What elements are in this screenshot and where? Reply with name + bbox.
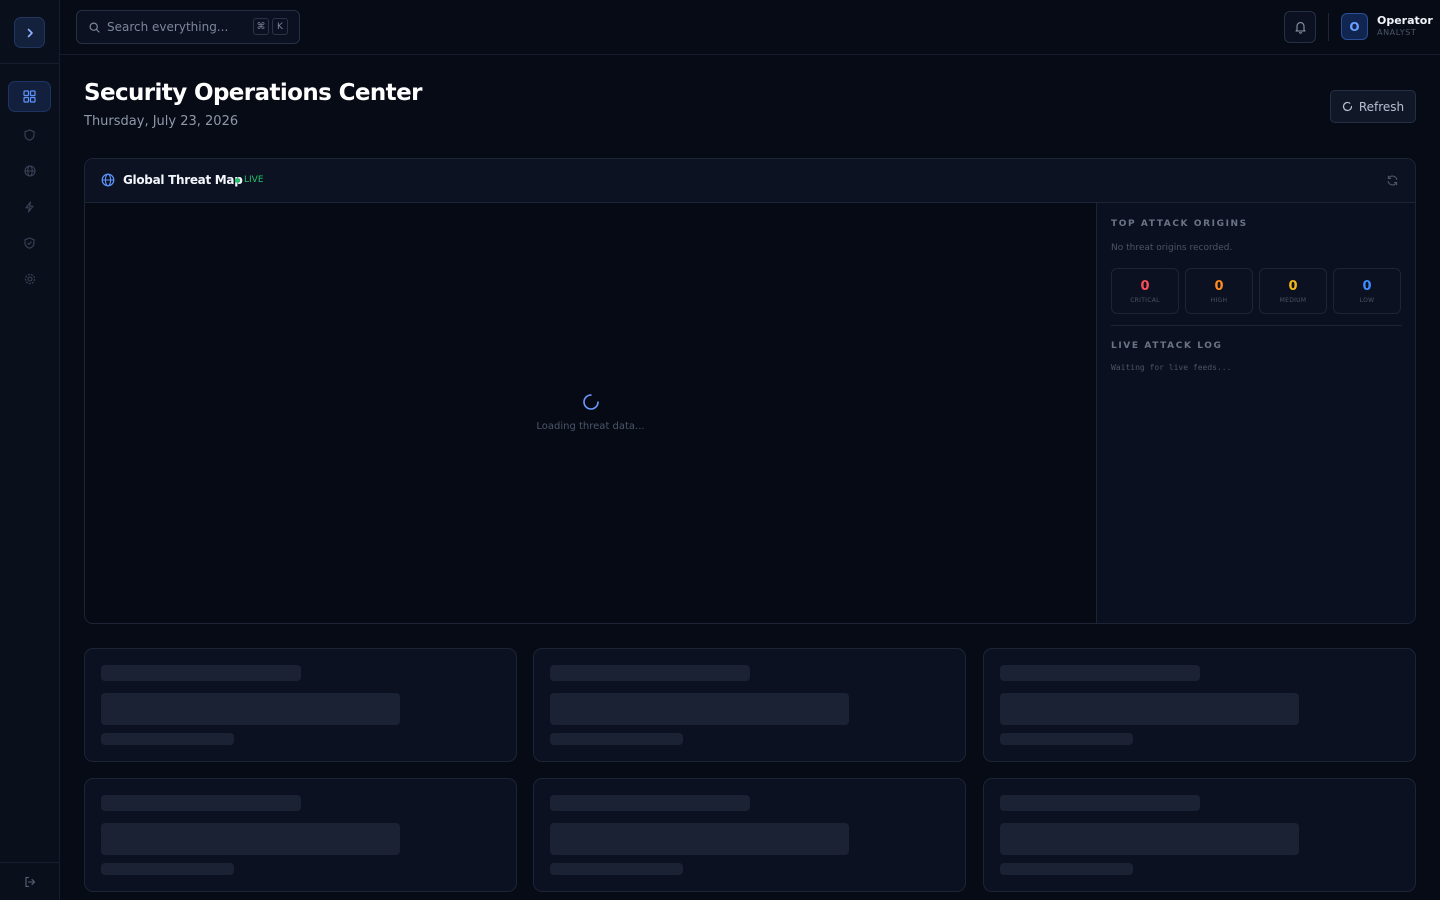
live-attack-log-waiting: Waiting for live feeds... [1111,363,1232,372]
skeleton-line [1000,665,1200,681]
severity-medium-value: 0 [1288,278,1298,294]
sidebar-item-activity[interactable] [8,191,51,222]
severity-medium: 0 MEDIUM [1259,268,1327,314]
skeleton-line [1000,863,1133,875]
chevron-right-icon [27,28,33,37]
shortcut-key-cmd: ⌘ [253,18,269,35]
refresh-label: Refresh [1358,99,1405,114]
page-title: Security Operations Center [84,80,422,106]
skeleton-block [1000,693,1299,725]
user-role: ANALYST [1377,28,1417,37]
sidebar-item-dashboard[interactable] [8,81,51,112]
notifications-button[interactable] [1284,11,1316,43]
severity-low-value: 0 [1362,278,1372,294]
sidebar-item-globe[interactable] [8,155,51,186]
severity-critical-value: 0 [1140,278,1150,294]
sync-icon[interactable] [1386,174,1399,187]
threat-map-title: Global Threat Map [123,173,243,187]
skeleton-line [550,863,683,875]
threat-map-card: Global Threat Map LIVE Loading threat da… [84,158,1416,624]
skeleton-card [983,778,1416,892]
skeleton-line [550,733,683,745]
severity-critical-label: CRITICAL [1130,296,1160,304]
severity-high-label: HIGH [1210,296,1228,304]
skeleton-card [84,778,517,892]
skeleton-line [550,665,750,681]
threat-map-header: Global Threat Map LIVE [85,159,1415,203]
topbar: ⌘ K O Operator ANALYST [60,0,1440,55]
topbar-separator [1328,13,1329,41]
severity-low: 0 LOW [1333,268,1401,314]
sidebar-toggle-button[interactable] [14,17,45,48]
skeleton-card [84,648,517,762]
shield-icon [24,128,35,141]
skeleton-line [101,733,234,745]
skeleton-line [101,795,301,811]
search-shortcut: ⌘ K [250,18,288,35]
refresh-button[interactable]: Refresh [1330,90,1416,123]
logout-icon [25,876,36,888]
severity-critical: 0 CRITICAL [1111,268,1179,314]
live-dot-icon [235,177,240,183]
sidebar [0,0,60,900]
skeleton-block [550,693,849,725]
page-date: Thursday, July 23, 2026 [84,114,239,129]
avatar[interactable]: O [1341,13,1368,40]
skeleton-block [1000,823,1299,855]
search-box[interactable]: ⌘ K [76,10,300,44]
severity-high: 0 HIGH [1185,268,1253,314]
shield-check-icon [24,236,35,249]
gear-icon [24,273,35,284]
severity-low-label: LOW [1359,296,1375,304]
dashboard-grid-icon [23,90,36,103]
threat-side-panel: TOP ATTACK ORIGINS No threat origins rec… [1096,203,1415,623]
sidebar-divider [0,63,60,64]
bell-icon [1294,22,1306,34]
user-name: Operator [1377,14,1433,27]
loading-text: Loading threat data... [536,421,645,432]
sidebar-item-shield[interactable] [8,119,51,150]
skeleton-line [1000,733,1133,745]
skeleton-block [101,823,400,855]
sidebar-item-compliance[interactable] [8,227,51,258]
sidebar-bottom-divider [0,862,60,863]
severity-medium-label: MEDIUM [1279,296,1307,304]
severity-counts: 0 CRITICAL 0 HIGH 0 MEDIUM 0 LOW [1111,268,1401,314]
sidebar-item-settings[interactable] [8,263,51,294]
live-attack-log-heading: LIVE ATTACK LOG [1111,341,1223,351]
skeleton-line [1000,795,1200,811]
live-badge: LIVE [235,175,264,185]
live-label: LIVE [244,175,264,185]
severity-high-value: 0 [1214,278,1224,294]
globe-icon [23,164,36,177]
skeleton-card [533,778,966,892]
top-attack-origins-heading: TOP ATTACK ORIGINS [1111,219,1248,229]
skeleton-line [101,863,234,875]
shortcut-key-k: K [272,18,288,35]
skeleton-line [101,665,301,681]
skeleton-block [101,693,400,725]
skeleton-card [533,648,966,762]
skeleton-block [550,823,849,855]
refresh-icon [1342,101,1352,112]
skeleton-card [983,648,1416,762]
lightning-icon [25,200,34,213]
search-input[interactable] [107,20,237,34]
search-icon [89,21,100,33]
threat-map-canvas[interactable]: Loading threat data... [85,203,1096,623]
skeleton-line [550,795,750,811]
loading-spinner-icon [583,394,599,410]
globe-icon [101,173,115,187]
logout-button[interactable] [20,872,40,892]
top-attack-origins-empty: No threat origins recorded. [1111,243,1233,253]
panel-divider [1111,325,1402,326]
